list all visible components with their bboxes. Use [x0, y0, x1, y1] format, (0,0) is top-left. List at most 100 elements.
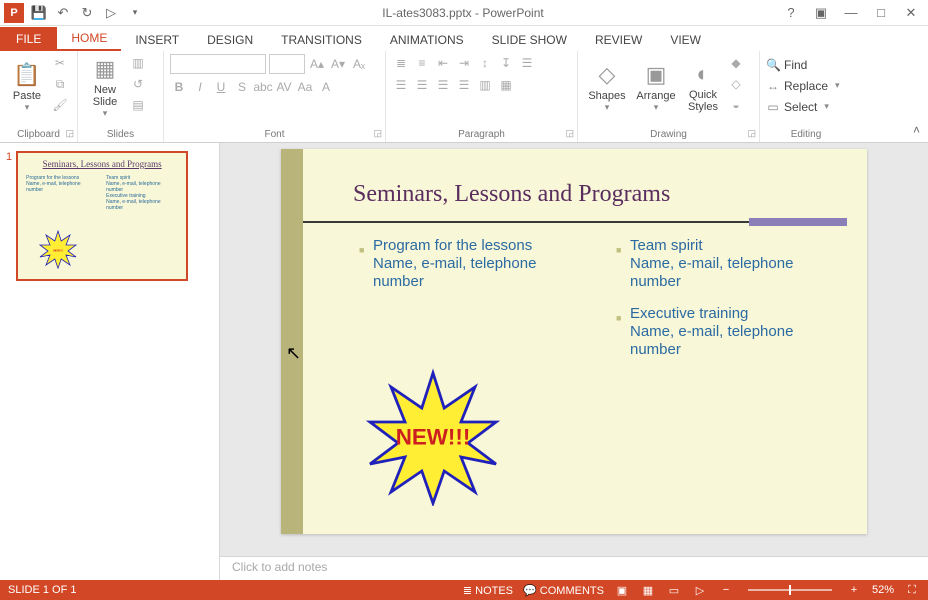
star-shape-icon: NEW!!! — [38, 229, 78, 269]
minimize-icon[interactable]: — — [842, 5, 860, 21]
tab-animations[interactable]: ANIMATIONS — [376, 29, 478, 51]
maximize-icon[interactable]: □ — [872, 5, 890, 21]
app-icon: P — [4, 3, 24, 23]
justify-icon[interactable]: ☰ — [455, 76, 473, 94]
quick-styles-button[interactable]: ◐ Quick Styles — [682, 54, 724, 120]
tab-design[interactable]: DESIGN — [193, 29, 267, 51]
normal-view-icon[interactable]: ▣ — [614, 584, 630, 597]
replace-button[interactable]: ↔Replace▾ — [766, 75, 846, 96]
close-icon[interactable]: ✕ — [902, 5, 920, 21]
reading-view-icon[interactable]: ▭ — [666, 584, 682, 597]
bullets-icon[interactable]: ≣ — [392, 54, 410, 72]
undo-icon[interactable]: ↶ — [54, 4, 72, 22]
change-case-icon[interactable]: Aa — [296, 78, 314, 96]
font-launcher-icon[interactable]: ◲ — [373, 128, 382, 139]
align-right-icon[interactable]: ☰ — [434, 76, 452, 94]
group-drawing-label: Drawing — [584, 128, 753, 141]
select-icon: ▭ — [766, 100, 780, 114]
tab-file[interactable]: FILE — [0, 27, 57, 51]
group-slides-label: Slides — [84, 128, 157, 141]
fit-window-icon[interactable]: ⛶ — [904, 584, 920, 597]
increase-indent-icon[interactable]: ⇥ — [455, 54, 473, 72]
shape-fill-icon[interactable]: ◆ — [727, 54, 745, 72]
paste-button[interactable]: 📋 Paste ▾ — [6, 54, 48, 120]
list-item[interactable]: Executive trainingName, e-mail, telephon… — [616, 305, 837, 359]
ribbon-display-icon[interactable]: ▣ — [812, 5, 830, 21]
new-slide-button[interactable]: ▦ New Slide ▾ — [84, 54, 126, 120]
reset-icon[interactable]: ↺ — [129, 75, 147, 93]
strikethrough-icon[interactable]: S — [233, 78, 251, 96]
arrange-button[interactable]: ▣ Arrange ▾ — [633, 54, 679, 120]
clipboard-launcher-icon[interactable]: ◲ — [65, 128, 74, 139]
sorter-view-icon[interactable]: ▦ — [640, 584, 656, 597]
notes-pane[interactable]: Click to add notes — [220, 556, 928, 580]
align-left-icon[interactable]: ☰ — [392, 76, 410, 94]
cut-icon[interactable]: ✂ — [51, 54, 69, 72]
group-paragraph-label: Paragraph — [392, 128, 571, 141]
char-spacing-icon[interactable]: AV — [275, 78, 293, 96]
tab-insert[interactable]: INSERT — [121, 29, 193, 51]
tab-view[interactable]: VIEW — [656, 29, 715, 51]
bold-icon[interactable]: B — [170, 78, 188, 96]
decrease-font-icon[interactable]: A▾ — [329, 55, 347, 73]
increase-font-icon[interactable]: A▴ — [308, 55, 326, 73]
group-clipboard-label: Clipboard — [6, 128, 71, 141]
shapes-button[interactable]: ◇ Shapes ▾ — [584, 54, 630, 120]
tab-slideshow[interactable]: SLIDE SHOW — [478, 29, 581, 51]
slide-canvas[interactable]: Seminars, Lessons and Programs Program f… — [281, 149, 867, 534]
tab-home[interactable]: HOME — [57, 27, 121, 51]
font-color-icon[interactable]: A — [317, 78, 335, 96]
columns-icon[interactable]: ▥ — [476, 76, 494, 94]
tab-transitions[interactable]: TRANSITIONS — [267, 29, 376, 51]
shadow-icon[interactable]: abc — [254, 78, 272, 96]
svg-text:NEW!!!: NEW!!! — [53, 248, 62, 252]
list-item[interactable]: Team spiritName, e-mail, telephone numbe… — [616, 237, 837, 291]
italic-icon[interactable]: I — [191, 78, 209, 96]
decrease-indent-icon[interactable]: ⇤ — [434, 54, 452, 72]
slide-title[interactable]: Seminars, Lessons and Programs — [353, 181, 835, 208]
select-button[interactable]: ▭Select▾ — [766, 96, 846, 117]
ribbon: 📋 Paste ▾ ✂ ⧉ 🖌 Clipboard ◲ ▦ New Slide … — [0, 51, 928, 143]
help-icon[interactable]: ? — [782, 5, 800, 21]
align-text-icon[interactable]: ☰ — [518, 54, 536, 72]
layout-icon[interactable]: ▥ — [129, 54, 147, 72]
list-item[interactable]: Program for the lessonsName, e-mail, tel… — [359, 237, 580, 291]
slideshow-view-icon[interactable]: ▷ — [692, 584, 708, 597]
align-center-icon[interactable]: ☰ — [413, 76, 431, 94]
zoom-out-icon[interactable]: − — [718, 584, 734, 596]
slide-thumbnail[interactable]: Seminars, Lessons and Programs Program f… — [16, 151, 188, 281]
notes-toggle[interactable]: ≣ NOTES — [463, 584, 513, 597]
zoom-slider[interactable] — [748, 589, 832, 591]
start-from-beginning-icon[interactable]: ▷ — [102, 4, 120, 22]
comments-toggle[interactable]: 💬 COMMENTS — [523, 584, 604, 597]
drawing-launcher-icon[interactable]: ◲ — [747, 128, 756, 139]
find-button[interactable]: 🔍Find — [766, 54, 846, 75]
zoom-level[interactable]: 52% — [872, 584, 894, 596]
shape-effects-icon[interactable]: ◒ — [727, 96, 745, 114]
font-name-combo[interactable] — [170, 54, 266, 74]
shapes-icon: ◇ — [599, 62, 616, 88]
tab-review[interactable]: REVIEW — [581, 29, 656, 51]
star-shape[interactable]: NEW!!! — [363, 366, 503, 506]
paragraph-launcher-icon[interactable]: ◲ — [565, 128, 574, 139]
qat-customize-icon[interactable]: ▾ — [126, 4, 144, 22]
redo-icon[interactable]: ↻ — [78, 4, 96, 22]
collapse-ribbon-icon[interactable]: ˄ — [913, 123, 920, 137]
zoom-in-icon[interactable]: + — [846, 584, 862, 596]
format-painter-icon[interactable]: 🖌 — [51, 96, 69, 114]
shape-outline-icon[interactable]: ◇ — [727, 75, 745, 93]
numbering-icon[interactable]: ≡ — [413, 54, 431, 72]
copy-icon[interactable]: ⧉ — [51, 75, 69, 93]
window-title: IL-ates3083.pptx - PowerPoint — [144, 6, 782, 20]
save-icon[interactable]: 💾 — [30, 4, 48, 22]
clear-format-icon[interactable]: Aₓ — [350, 55, 368, 73]
underline-icon[interactable]: U — [212, 78, 230, 96]
smartart-icon[interactable]: ▦ — [497, 76, 515, 94]
slide-count[interactable]: SLIDE 1 OF 1 — [8, 584, 76, 596]
line-spacing-icon[interactable]: ↕ — [476, 54, 494, 72]
slide-body[interactable]: Program for the lessonsName, e-mail, tel… — [359, 237, 837, 373]
clipboard-icon: 📋 — [13, 62, 40, 88]
text-direction-icon[interactable]: ↧ — [497, 54, 515, 72]
font-size-combo[interactable] — [269, 54, 305, 74]
section-icon[interactable]: ▤ — [129, 96, 147, 114]
